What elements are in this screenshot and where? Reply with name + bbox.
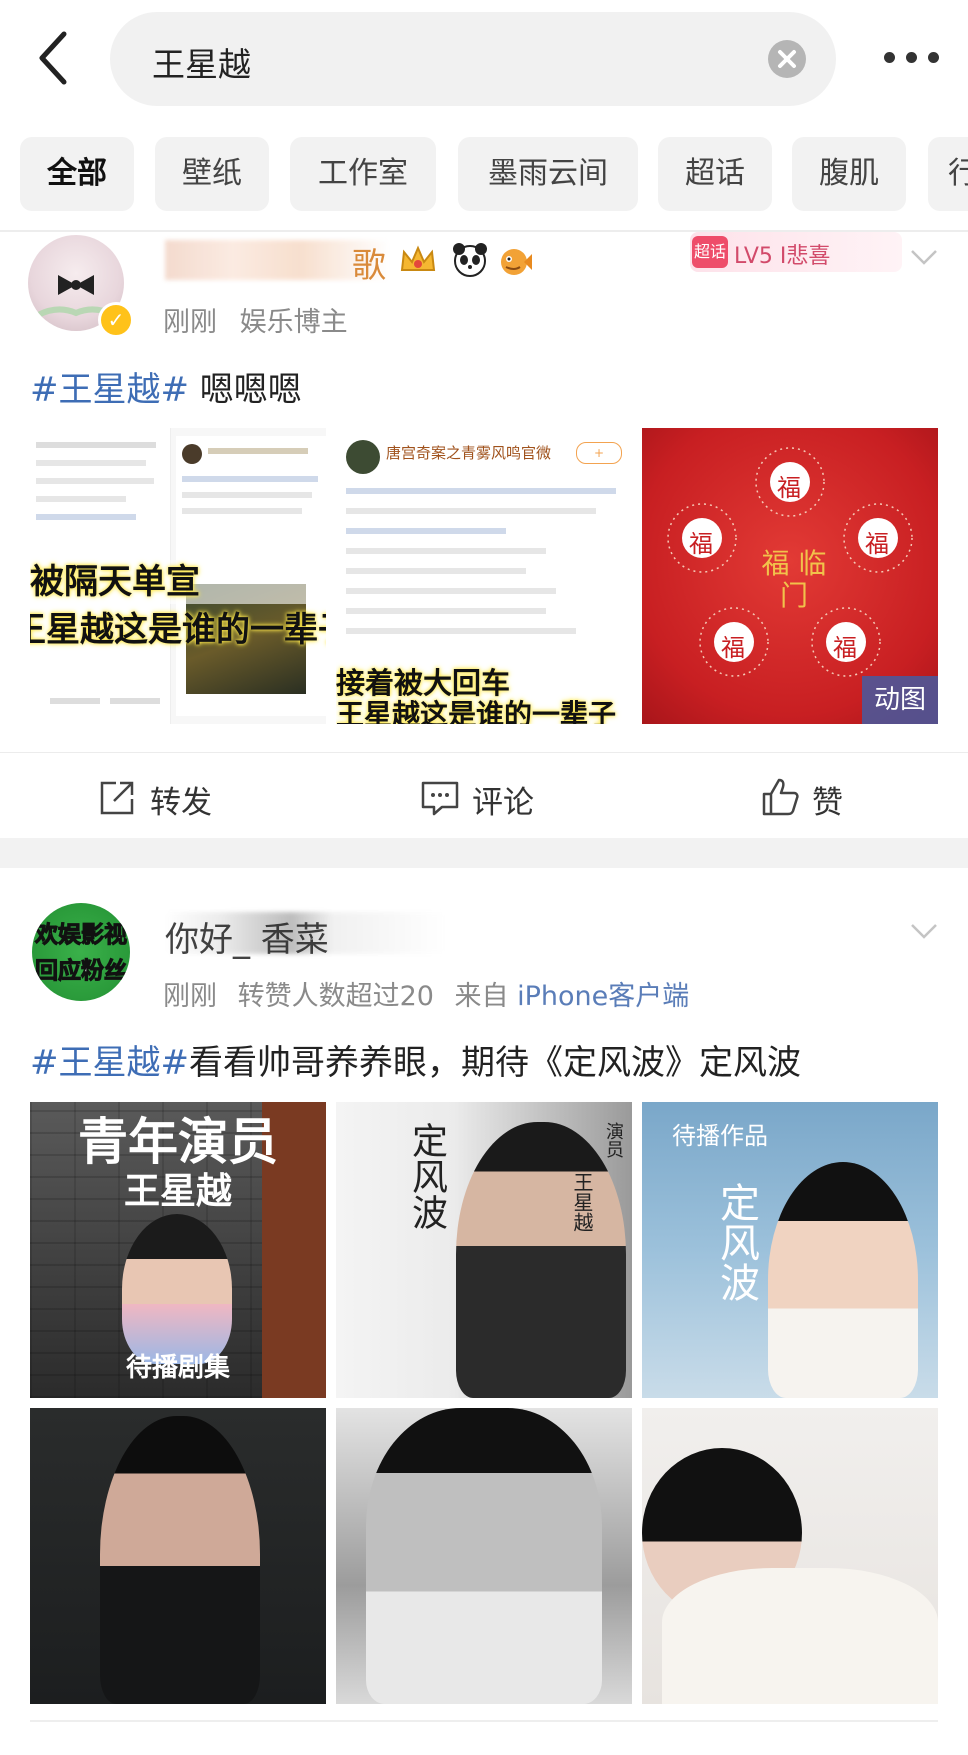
repost-label: 转发 (150, 785, 212, 821)
account-avatar (346, 440, 380, 474)
account-name: 唐宫奇案之青雾风鸣官微 (386, 444, 552, 462)
tab-wallpaper[interactable]: 壁纸 (155, 137, 269, 211)
search-input[interactable]: 王星越 (110, 12, 836, 106)
post-source-label: 来自 (454, 981, 509, 1012)
level-badge[interactable]: 超话 LV5 I悲喜 (690, 232, 902, 272)
post-image[interactable]: 福 福 福 福 福 福 临门 动图 (642, 428, 938, 724)
post-image[interactable] (642, 1408, 938, 1704)
post-image[interactable]: 定风波 演员 王星越 (336, 1102, 632, 1398)
post-text: #王星越# 嗯嗯嗯 (30, 362, 302, 411)
filter-tabs: 全部 壁纸 工作室 墨雨云间 超话 腹肌 行 (0, 135, 968, 213)
post-info: 转赞人数超过20 (237, 981, 434, 1012)
tab-more[interactable]: 行 (928, 137, 968, 211)
fortune-seal: 福 (865, 530, 889, 558)
post-time: 刚刚 (163, 981, 217, 1012)
image-caption-name: 定风波 (713, 1182, 759, 1302)
chevron-down-icon[interactable] (910, 248, 938, 266)
divider (30, 1720, 938, 1722)
username[interactable]: 歌 (352, 238, 386, 287)
level-text: LV5 I悲喜 (734, 244, 831, 269)
clear-icon[interactable] (768, 40, 806, 78)
fortune-seal: 福 (777, 474, 801, 502)
avatar-text: 欢娱影视 回应粉丝 (35, 922, 128, 985)
repost-button[interactable]: 转发 (98, 771, 248, 827)
image-caption-top: 演员 (603, 1122, 624, 1158)
fortune-seal: 福 (833, 634, 857, 662)
tab-all[interactable]: 全部 (20, 137, 134, 211)
post-meta: 刚刚 娱乐博主 (163, 300, 348, 339)
fish-icon (494, 240, 534, 280)
post-image[interactable]: 被隔天单宣 王星越这是谁的一辈子 (30, 428, 326, 724)
tab-abs[interactable]: 腹肌 (792, 137, 906, 211)
tab-studio[interactable]: 工作室 (290, 137, 436, 211)
post-image[interactable]: 待播作品 定风波 (642, 1102, 938, 1398)
post-image[interactable]: 唐宫奇案之青雾风鸣官微 + 接着被大回车 王星越这是谁的一辈子 (336, 428, 632, 724)
panda-icon (450, 240, 490, 280)
image-caption-name: 王星越 (123, 1170, 232, 1212)
chevron-down-icon[interactable] (910, 922, 938, 940)
repost-icon (100, 781, 134, 815)
image-caption-top: 接着被大回车 (336, 666, 511, 700)
post-image[interactable]: 青年演员 王星越 待播剧集 (30, 1102, 326, 1398)
supertopic-icon: 超话 (692, 236, 728, 268)
image-caption-top: 被隔天单宣 (30, 560, 326, 604)
avatar[interactable]: 欢娱影视 回应粉丝 (32, 903, 130, 1001)
top-bar: 王星越 (0, 0, 968, 120)
tab-supertopic[interactable]: 超话 (658, 137, 772, 211)
client-link[interactable]: iPhone客户端 (517, 981, 689, 1012)
like-button[interactable]: 赞 (760, 771, 870, 827)
section-divider (0, 838, 968, 868)
comment-icon (421, 781, 459, 816)
fortune-center-text: 福 临门 (761, 547, 827, 612)
comment-label: 评论 (472, 785, 534, 821)
tab-moyu[interactable]: 墨雨云间 (458, 137, 638, 211)
image-caption-top: 待播作品 (672, 1122, 768, 1150)
fortune-seal: 福 (689, 530, 713, 558)
more-icon[interactable] (884, 52, 944, 66)
post-time: 刚刚 (163, 307, 217, 338)
verified-icon: ✓ (98, 302, 134, 338)
fortune-seal: 福 (721, 634, 745, 662)
search-query: 王星越 (152, 45, 251, 84)
gif-badge: 动图 (862, 676, 938, 724)
image-caption-bottom: 王星越这是谁的一辈子 (30, 610, 326, 650)
follow-tag: + (576, 442, 622, 464)
back-arrow-icon[interactable] (32, 28, 82, 88)
post-role: 娱乐博主 (239, 307, 348, 338)
hashtag-link[interactable]: #王星越# (30, 1043, 189, 1083)
post-actions: 转发 评论 赞 (0, 752, 968, 843)
hashtag-link[interactable]: #王星越# (30, 370, 189, 410)
image-caption-bottom: 待播剧集 (125, 1353, 230, 1383)
post-meta: 刚刚 转赞人数超过20 来自 iPhone客户端 (163, 974, 689, 1013)
post-body: 嗯嗯嗯 (188, 370, 302, 410)
image-caption-name: 王星越 (570, 1172, 594, 1232)
post-image[interactable] (30, 1408, 326, 1704)
crown-icon (398, 240, 438, 280)
calligraphy: 定风波 (406, 1122, 447, 1230)
thumbs-up-icon (762, 778, 799, 816)
post-image[interactable] (336, 1408, 632, 1704)
like-label: 赞 (812, 785, 843, 821)
username[interactable]: 你好_ 香菜 (165, 912, 329, 961)
image-caption-bottom: 王星越这是谁的一辈子 (336, 698, 617, 724)
comment-button[interactable]: 评论 (420, 771, 570, 827)
post-body: 看看帅哥养养眼，期待《定风波》定风波 (188, 1043, 801, 1083)
post-text: #王星越#看看帅哥养养眼，期待《定风波》定风波 (30, 1035, 801, 1084)
